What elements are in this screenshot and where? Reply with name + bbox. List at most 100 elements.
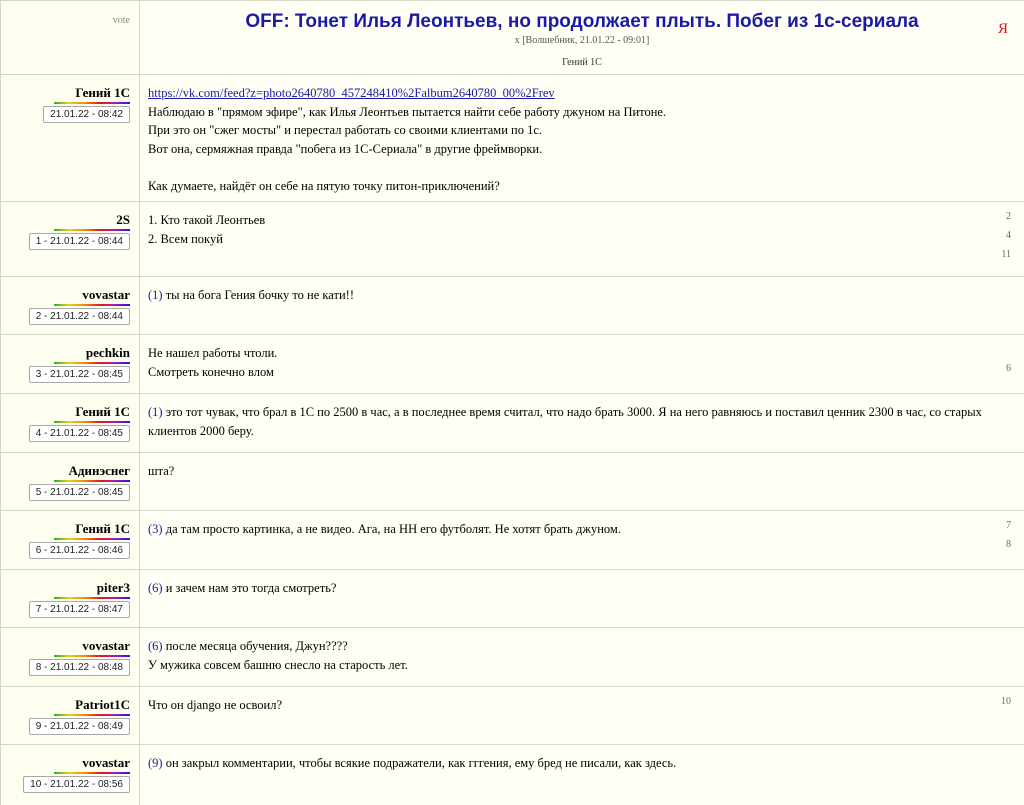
post-author-cell: Гений 1С 6 - 21.01.22 - 08:46 (0, 511, 140, 569)
post-body-cell: (6) после месяца обучения, Джун???? У муж… (140, 628, 1024, 686)
reply-counts: 10 (1001, 697, 1011, 716)
post-line: Вот она, сермяжная правда "побега из 1С-… (148, 140, 998, 159)
post-author-cell: vovastar 8 - 21.01.22 - 08:48 (0, 628, 140, 686)
post-line: Как думаете, найдёт он себе на пятую точ… (148, 177, 998, 196)
post-author-cell: vovastar 2 - 21.01.22 - 08:44 (0, 277, 140, 334)
post-line: (1) это тот чувак, что брал в 1С по 2500… (148, 403, 998, 440)
post-line: Наблюдаю в "прямом эфире", как Илья Леон… (148, 103, 998, 122)
post-author-cell: piter3 7 - 21.01.22 - 08:47 (0, 570, 140, 627)
reply-counts: 78 (1006, 521, 1011, 559)
post-line-text: Наблюдаю в "прямом эфире", как Илья Леон… (148, 104, 667, 119)
post-line: https://vk.com/feed?z=photo2640780_45724… (148, 84, 998, 103)
post-line: (9) он закрыл комментарии, чтобы всякие … (148, 754, 998, 773)
post-date-badge[interactable]: 4 - 21.01.22 - 08:45 (28, 425, 130, 442)
post-line-text: 2. Всем покуй (148, 231, 223, 246)
post-link[interactable]: https://vk.com/feed?z=photo2640780_45724… (148, 86, 555, 100)
post-line: У мужика совсем башню снесло на старость… (148, 656, 998, 675)
reply-count-link[interactable]: 4 (1001, 231, 1011, 241)
post-message: Что он django не освоил? (140, 687, 1006, 715)
post-line-text: Как думаете, найдёт он себе на пятую точ… (148, 178, 500, 193)
post-date-badge[interactable]: 2 - 21.01.22 - 08:44 (28, 308, 130, 325)
page-title: OFF: Тонет Илья Леонтьев, но продолжает … (245, 11, 919, 32)
post-message: 1. Кто такой Леонтьев 2. Всем покуй (140, 202, 1006, 248)
post-body-cell: (6) и зачем нам это тогда смотреть? (140, 570, 1024, 627)
post-date-badge[interactable]: 21.01.22 - 08:42 (43, 106, 130, 123)
post-username[interactable]: vovastar (82, 755, 130, 771)
post-line-text: ты на бога Гения бочку то не кати!! (162, 288, 355, 302)
post-line (148, 158, 998, 177)
post-line: Смотреть конечно влом (148, 363, 998, 382)
reply-count-link[interactable]: 8 (1006, 540, 1011, 550)
post-body-cell: (9) он закрыл комментарии, чтобы всякие … (140, 745, 1024, 805)
thread-header: vote OFF: Тонет Илья Леонтьев, но продол… (0, 1, 1024, 75)
post-username[interactable]: Гений 1С (75, 85, 130, 101)
post-author-cell: Адинэснег 5 - 21.01.22 - 08:45 (0, 453, 140, 510)
post-username[interactable]: piter3 (97, 580, 130, 596)
post-date-badge[interactable]: 8 - 21.01.22 - 08:48 (28, 659, 130, 676)
post-body-cell: (1) ты на бога Гения бочку то не кати!! (140, 277, 1024, 334)
user-rating-bar (54, 362, 130, 364)
post-date-badge[interactable]: 1 - 21.01.22 - 08:44 (28, 233, 130, 250)
post-username[interactable]: Гений 1С (75, 521, 130, 537)
thread-author-meta: x [Волшебник, 21.01.22 - 09:01] (514, 35, 650, 46)
reply-reference-link[interactable]: (6) (148, 639, 163, 653)
thread-title-cell: OFF: Тонет Илья Леонтьев, но продолжает … (140, 1, 1024, 74)
post-line-text: Вот она, сермяжная правда "побега из 1С-… (148, 141, 543, 156)
reply-count-link[interactable] (1006, 345, 1011, 355)
post-date-badge[interactable]: 6 - 21.01.22 - 08:46 (28, 542, 130, 559)
reply-reference-link[interactable]: (1) (148, 288, 163, 302)
reply-count-link[interactable]: 7 (1006, 521, 1011, 531)
post-username[interactable]: vovastar (82, 638, 130, 654)
user-rating-bar (54, 229, 130, 231)
reply-counts: 2 4 11 (1001, 212, 1011, 269)
post-message: шта? (140, 453, 1006, 481)
post-username[interactable]: Адинэснег (69, 463, 131, 479)
reply-count-link[interactable]: 11 (1001, 250, 1011, 260)
post-row: pechkin 3 - 21.01.22 - 08:45 Не нашел рабо… (0, 335, 1024, 394)
thread-category[interactable]: Гений 1С (140, 57, 1024, 68)
vote-link[interactable]: vote (113, 15, 130, 26)
post-row: Гений 1С 4 - 21.01.22 - 08:45 (1) это тот … (0, 394, 1024, 453)
post-line: Что он django не освоил? (148, 696, 998, 715)
post-username[interactable]: Гений 1С (75, 404, 130, 420)
post-date-badge[interactable]: 10 - 21.01.22 - 08:56 (23, 776, 130, 793)
reply-reference-link[interactable]: (9) (148, 756, 163, 770)
user-rating-bar (54, 480, 130, 482)
post-date-badge[interactable]: 5 - 21.01.22 - 08:45 (28, 484, 130, 501)
reply-count-link[interactable]: 6 (1006, 364, 1011, 374)
post-row: Гений 1С 21.01.22 - 08:42 https://vk.com/f… (0, 75, 1024, 202)
post-username[interactable]: 2S (116, 212, 130, 228)
reply-count-link[interactable]: 2 (1001, 212, 1011, 222)
post-author-cell: 2S 1 - 21.01.22 - 08:44 (0, 202, 140, 276)
yandex-icon[interactable]: Я (998, 21, 1008, 38)
post-author-cell: pechkin 3 - 21.01.22 - 08:45 (0, 335, 140, 393)
post-row: vovastar 8 - 21.01.22 - 08:48 (6) после ме… (0, 628, 1024, 687)
thread-table: vote OFF: Тонет Илья Леонтьев, но продол… (0, 0, 1024, 805)
post-date-badge[interactable]: 7 - 21.01.22 - 08:47 (28, 601, 130, 618)
post-line-text: после месяца обучения, Джун???? (162, 639, 348, 653)
post-username[interactable]: vovastar (82, 287, 130, 303)
user-rating-bar (54, 772, 130, 774)
reply-count-link[interactable]: 10 (1001, 697, 1011, 707)
reply-reference-link[interactable]: (1) (148, 405, 163, 419)
post-line-text: 1. Кто такой Леонтьев (148, 213, 266, 227)
post-line: шта? (148, 462, 998, 481)
post-date-badge[interactable]: 3 - 21.01.22 - 08:45 (28, 366, 130, 383)
post-body-cell: https://vk.com/feed?z=photo2640780_45724… (140, 75, 1024, 201)
post-line: Не нашел работы чтоли. (148, 344, 998, 363)
post-line: (6) и зачем нам это тогда смотреть? (148, 579, 998, 598)
user-rating-bar (54, 102, 130, 104)
user-rating-bar (54, 597, 130, 599)
post-username[interactable]: pechkin (86, 345, 130, 361)
reply-reference-link[interactable]: (6) (148, 581, 163, 595)
post-body-cell: Не нашел работы чтоли. Смотреть конечно в… (140, 335, 1024, 393)
post-line-text: шта? (148, 464, 175, 478)
post-username[interactable]: Patriot1C (75, 697, 130, 713)
post-date-badge[interactable]: 9 - 21.01.22 - 08:49 (28, 718, 130, 735)
post-message: (6) и зачем нам это тогда смотреть? (140, 570, 1006, 598)
reply-counts: 6 (1006, 345, 1011, 383)
reply-reference-link[interactable]: (3) (148, 522, 163, 536)
post-row: Гений 1С 6 - 21.01.22 - 08:46 (3) да там п… (0, 511, 1024, 570)
post-line-text: да там просто картинка, а не видео. Ага,… (162, 522, 621, 536)
post-message: (1) ты на бога Гения бочку то не кати!! (140, 277, 1006, 305)
